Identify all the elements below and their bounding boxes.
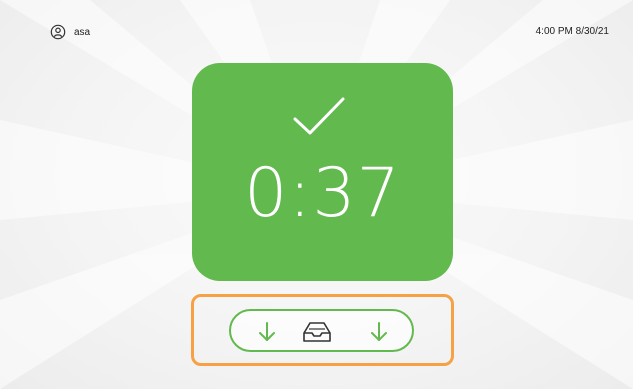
- arrow-down-icon: [259, 322, 275, 341]
- top-bar: asa 4:00 PM 8/30/21: [50, 24, 609, 46]
- user-name: asa: [74, 26, 91, 38]
- date-time: 4:00 PM 8/30/21: [535, 26, 609, 37]
- countdown-timer: 0:37: [244, 154, 401, 233]
- print-status-card: 0:37: [192, 63, 453, 281]
- output-tray-indicator[interactable]: [229, 309, 414, 352]
- tray-icon: [303, 322, 331, 342]
- checkmark-icon: [293, 97, 345, 135]
- user-avatar-icon: [50, 24, 66, 40]
- user-info[interactable]: asa: [50, 24, 90, 40]
- arrow-down-icon: [371, 322, 387, 341]
